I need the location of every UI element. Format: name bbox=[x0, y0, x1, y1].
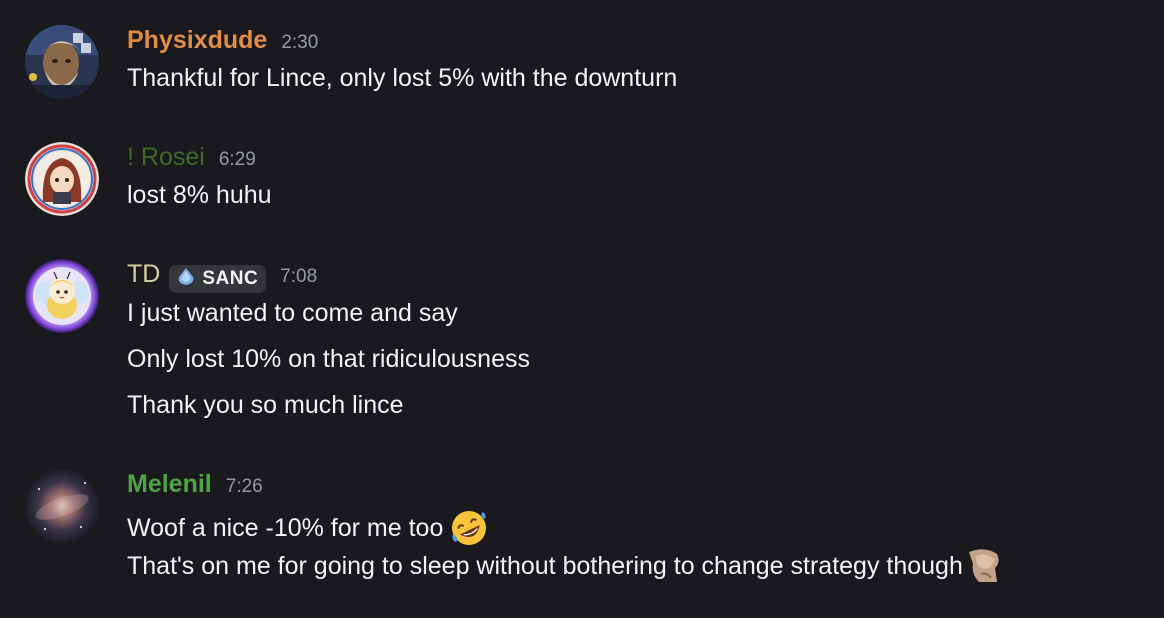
message-timestamp[interactable]: 2:30 bbox=[281, 32, 318, 54]
galaxy-avatar[interactable] bbox=[25, 469, 99, 543]
username[interactable]: Melenil bbox=[127, 470, 212, 499]
badge-label: SANC bbox=[202, 268, 259, 289]
message-text: Thankful for Lince, only lost 5% with th… bbox=[127, 64, 678, 92]
bearded-man-avatar[interactable] bbox=[25, 25, 99, 99]
username[interactable]: TD bbox=[127, 260, 160, 289]
username[interactable]: ! Rosei bbox=[127, 143, 205, 172]
message-timestamp[interactable]: 7:08 bbox=[280, 266, 317, 288]
custom-emoji-icon[interactable] bbox=[967, 548, 1001, 584]
message-text: Thank you so much lince bbox=[127, 391, 404, 419]
message-text: lost 8% huhu bbox=[127, 181, 272, 209]
message-text: Woof a nice -10% for me too bbox=[127, 508, 489, 548]
message-timestamp[interactable]: 6:29 bbox=[219, 149, 256, 171]
chat-message-list: Physixdude 2:30 Thankful for Lince, only… bbox=[0, 0, 1164, 618]
server-tag-badge[interactable]: SANC bbox=[169, 265, 267, 293]
message-text: That's on me for going to sleep without … bbox=[127, 548, 1001, 584]
anime-girl-avatar[interactable] bbox=[25, 142, 99, 216]
message-text: Only lost 10% on that ridiculousness bbox=[127, 345, 530, 373]
username[interactable]: Physixdude bbox=[127, 26, 267, 55]
bee-character-avatar[interactable] bbox=[25, 259, 99, 333]
rofl-emoji-icon[interactable] bbox=[449, 508, 489, 548]
droplet-icon bbox=[175, 266, 197, 293]
message-timestamp[interactable]: 7:26 bbox=[226, 476, 263, 498]
message-text: I just wanted to come and say bbox=[127, 299, 458, 327]
